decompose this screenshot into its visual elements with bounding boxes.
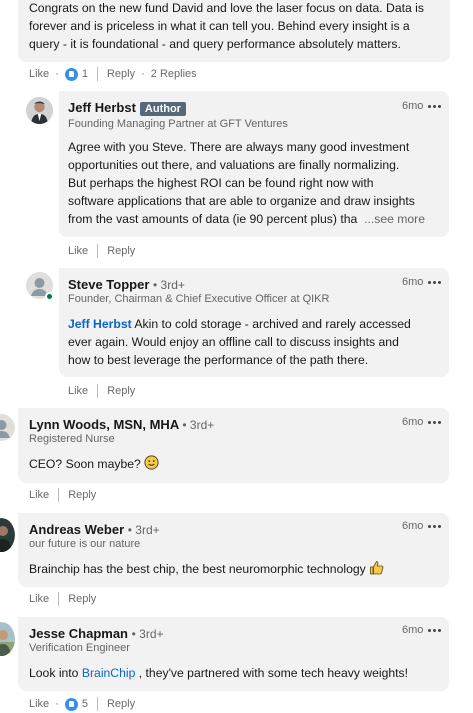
connection-degree: • 3rd+ (131, 627, 164, 641)
reply-text: Agree with you Steve. There are always m… (68, 140, 426, 226)
like-button[interactable]: Like (29, 68, 49, 80)
more-options-icon[interactable] (428, 626, 442, 634)
commenter-headline: Verification Engineer (29, 642, 130, 654)
commenter-headline: Registered Nurse (29, 433, 115, 445)
more-options-icon[interactable] (428, 418, 442, 426)
avatar[interactable] (26, 97, 53, 124)
like-button[interactable]: Like (29, 593, 49, 605)
like-count[interactable]: 1 (82, 68, 88, 80)
divider (58, 488, 60, 502)
comment-actions: Like · 5 Reply (29, 697, 136, 711)
replies-count-link[interactable]: 2 Replies (151, 68, 197, 80)
comment-timestamp: 6mo (402, 416, 424, 428)
commenter-name[interactable]: Jesse Chapman • 3rd+ (29, 626, 164, 641)
person-photo-icon (0, 622, 15, 656)
like-button[interactable]: Like (29, 698, 49, 710)
online-status-icon (45, 292, 54, 301)
person-photo-icon (26, 97, 53, 124)
like-button[interactable]: Like (29, 489, 49, 501)
thumbs-up-emoji-icon (370, 561, 384, 575)
divider (97, 244, 99, 258)
like-button[interactable]: Like (68, 245, 88, 257)
avatar[interactable] (0, 622, 15, 656)
avatar[interactable] (0, 518, 15, 552)
like-count[interactable]: 5 (82, 698, 88, 710)
comment-timestamp: 6mo (402, 100, 424, 112)
reply-button[interactable]: Reply (107, 68, 135, 80)
commenter-name[interactable]: Jeff Herbst Author (68, 100, 186, 116)
connection-degree: • 3rd+ (182, 418, 215, 432)
comment-text: CEO? Soon maybe? (29, 455, 439, 473)
connection-degree: • 3rd+ (153, 278, 185, 292)
author-badge: Author (139, 102, 186, 116)
commenter-name[interactable]: Lynn Woods, MSN, MHA • 3rd+ (29, 417, 214, 432)
divider (58, 592, 60, 606)
comment-timestamp: 6mo (402, 520, 424, 532)
reply-actions: Like Reply (68, 244, 135, 258)
connection-degree: • 3rd+ (127, 523, 160, 537)
reply-button[interactable]: Reply (107, 245, 135, 257)
like-reaction-icon[interactable] (64, 67, 78, 81)
comment-text: Brainchip has the best chip, the best ne… (29, 560, 439, 578)
commenter-name[interactable]: Steve Topper • 3rd+ (68, 277, 185, 292)
comment-actions: Like Reply (29, 488, 96, 502)
reply-actions: Like Reply (68, 384, 135, 398)
avatar[interactable] (26, 272, 54, 301)
top-comment-actions: Like · 1 Reply · 2 Replies (29, 67, 197, 81)
reply-button[interactable]: Reply (107, 698, 135, 710)
more-options-icon[interactable] (428, 102, 442, 110)
more-options-icon[interactable] (428, 278, 442, 286)
commenter-headline: Founding Managing Partner at GFT Venture… (68, 118, 288, 130)
see-more-link[interactable]: ...see more (364, 212, 425, 226)
more-options-icon[interactable] (428, 522, 442, 530)
smiley-face-icon (144, 455, 159, 470)
person-photo-icon (0, 518, 15, 552)
reply-text: Jeff Herbst Akin to cold storage - archi… (68, 317, 411, 367)
divider (97, 384, 99, 398)
like-reaction-icon[interactable] (64, 697, 78, 711)
reply-button[interactable]: Reply (68, 593, 96, 605)
commenter-name[interactable]: Andreas Weber • 3rd+ (29, 522, 160, 537)
divider (96, 697, 98, 711)
company-mention-link[interactable]: BrainChip (82, 666, 136, 680)
default-person-icon (0, 414, 15, 441)
commenter-headline: Founder, Chairman & Chief Executive Offi… (68, 293, 330, 305)
mention-link[interactable]: Jeff Herbst (68, 317, 132, 331)
avatar[interactable] (0, 414, 15, 441)
reply-button[interactable]: Reply (107, 385, 135, 397)
comment-timestamp: 6mo (402, 624, 424, 636)
commenter-headline: our future is our nature (29, 538, 141, 550)
comment-actions: Like Reply (29, 592, 96, 606)
reply-button[interactable]: Reply (68, 489, 96, 501)
comment-timestamp: 6mo (402, 276, 424, 288)
comment-text: Look into BrainChip , they've partnered … (29, 666, 409, 680)
divider (96, 67, 98, 81)
like-button[interactable]: Like (68, 385, 88, 397)
top-comment-text: Congrats on the new fund David and love … (29, 1, 424, 51)
